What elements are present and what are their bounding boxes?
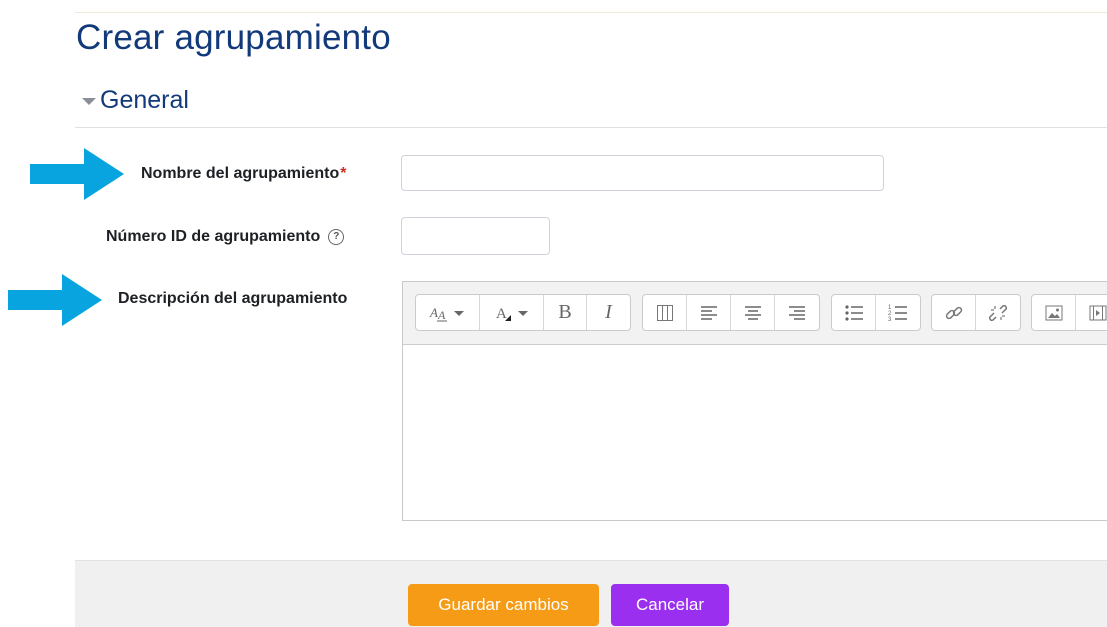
editor-content-area[interactable] [403,345,1107,521]
media-icon[interactable] [1076,295,1107,330]
toolbar-group-style: AA A B I [415,294,631,331]
svg-text:A: A [437,308,446,322]
link-icon[interactable] [932,295,976,330]
description-editor[interactable]: AA A B I 1 2 3 [402,281,1107,521]
save-button[interactable]: Guardar cambios [408,584,599,626]
toolbar-group-media [1031,294,1107,331]
font-style-icon[interactable]: AA [416,295,480,330]
align-left-icon[interactable] [687,295,731,330]
align-right-icon[interactable] [775,295,819,330]
name-label-text: Nombre del agrupamiento [141,165,340,182]
idnumber-label: Número ID de agrupamiento? [106,228,345,246]
bold-icon[interactable]: B [544,295,587,330]
grouping-name-input[interactable] [401,155,884,191]
page-title: Crear agrupamiento [76,18,391,57]
help-icon[interactable]: ? [328,228,345,245]
description-label: Descripción del agrupamiento [118,290,348,307]
pointer-arrow-icon [30,148,124,200]
unlink-icon[interactable] [976,295,1020,330]
toolbar-group-lists: 123 [831,294,921,331]
section-toggle-general[interactable]: General [82,86,189,115]
svg-text:3: 3 [888,317,892,322]
name-label: Nombre del agrupamiento* [141,165,346,183]
image-icon[interactable] [1032,295,1076,330]
italic-icon[interactable]: I [587,295,630,330]
idnumber-label-text: Número ID de agrupamiento [106,228,321,245]
svg-text:A: A [496,306,507,322]
unordered-list-icon[interactable] [832,295,876,330]
ordered-list-icon[interactable]: 123 [876,295,920,330]
grouping-idnumber-input[interactable] [401,217,550,255]
editor-toolbar: AA A B I 1 2 3 [403,282,1107,345]
cancel-button[interactable]: Cancelar [611,584,729,626]
toolbar-group-links [931,294,1021,331]
top-divider [75,12,1107,13]
align-center-icon[interactable] [731,295,775,330]
required-icon: * [340,165,347,182]
collapse-caret-icon[interactable] [82,98,96,105]
table-icon[interactable] [643,295,687,330]
svg-text:A: A [429,305,438,320]
pointer-arrow-icon [8,274,102,326]
section-divider [75,127,1107,128]
font-color-icon[interactable]: A [480,295,544,330]
toolbar-group-align [642,294,820,331]
section-title: General [100,86,189,114]
